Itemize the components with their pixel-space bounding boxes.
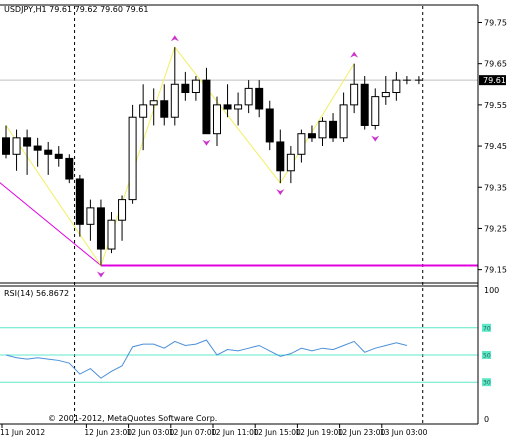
price-tick-label: 79.65	[484, 60, 507, 69]
candle-body-bull	[381, 92, 390, 98]
candle-body-bull	[149, 100, 158, 106]
candle-body-bull	[234, 104, 243, 110]
candle-body-bull	[128, 116, 137, 201]
time-tick-label: 12 Jun 03:00	[127, 428, 175, 437]
candle-body-bear	[181, 83, 190, 94]
price-tick-label: 79.15	[484, 266, 507, 275]
candle-body-bear	[307, 133, 316, 139]
candle-body-bear	[33, 145, 42, 151]
candle-body-bear	[276, 141, 285, 172]
candle-body-bull	[318, 120, 327, 139]
symbol-header: USDJPY,H1 79.61 79.62 79.60 79.61	[4, 5, 148, 14]
time-tick-label: 12 Jun 07:00	[169, 428, 217, 437]
time-tick-label: 13 Jun 03:00	[380, 428, 428, 437]
candle	[360, 76, 369, 130]
price-tick-label: 79.45	[484, 142, 507, 151]
candle-body-bull	[86, 207, 95, 225]
candle-body-bear	[23, 137, 32, 147]
candle-body-bear	[202, 79, 211, 135]
candle-body-bull	[213, 104, 221, 135]
candle-body-bull	[107, 219, 116, 250]
candle-body-bear	[360, 83, 369, 126]
candle-body-bear	[75, 178, 84, 225]
candle-body-bull	[170, 83, 179, 118]
candle-body-bear	[44, 149, 53, 155]
time-tick-label: 11 Jun 2012	[0, 428, 45, 437]
time-tick-label: 12 Jun 15:00	[253, 428, 301, 437]
price-tick-label: 79.35	[484, 183, 507, 192]
candle-body-bull	[244, 87, 253, 106]
candle-body-bear	[265, 108, 274, 143]
time-tick-label: 12 Jun 23:00	[84, 428, 132, 437]
rsi-level-tag-label: 30	[483, 380, 491, 387]
candle-body-bear	[96, 207, 105, 250]
candle-body-bull	[297, 133, 306, 155]
candle-body-bull	[339, 104, 348, 139]
candle-body-bear	[65, 157, 74, 180]
candle-body-bear	[160, 100, 169, 118]
rsi-level-tag-label: 70	[483, 325, 491, 332]
candle-body-bull	[139, 104, 148, 118]
current-price-tag: 79.61	[479, 75, 506, 86]
copyright-text: © 2001-2012, MetaQuotes Software Corp.	[48, 414, 217, 423]
price-tick-label: 79.55	[484, 101, 507, 110]
candle-body-bull	[392, 79, 401, 94]
candle-body-bear	[2, 137, 10, 155]
chart-window: 79.75 79.65 79.55 79.45 79.35 79.25 79.15 79.61…	[0, 0, 511, 438]
rsi-label: RSI(14) 56.8672	[4, 289, 69, 298]
candle	[65, 154, 74, 184]
candle	[128, 104, 137, 204]
candle-body-bear	[54, 153, 63, 159]
current-price-label: 79.61	[483, 76, 506, 85]
price-chart: 79.75 79.65 79.55 79.45 79.35 79.25 79.15 79.61…	[0, 0, 511, 438]
price-tick-label: 79.75	[484, 18, 507, 27]
rsi-scale-label: 0	[484, 415, 489, 424]
candle-body-bear	[329, 120, 338, 139]
candle-body-bear	[255, 87, 264, 110]
candle-body-bull	[12, 137, 21, 155]
candle-body-bull	[371, 96, 380, 126]
time-tick-label: 12 Jun 23:00	[338, 428, 386, 437]
candle-body-bull	[191, 79, 200, 94]
candle-body-bull	[118, 199, 127, 221]
time-tick-label: 12 Jun 11:00	[211, 428, 259, 437]
candle-body-bull	[286, 153, 295, 172]
candle-body-bull	[350, 83, 359, 106]
price-tick-label: 79.25	[484, 224, 507, 233]
rsi-level-tag-label: 50	[483, 353, 491, 360]
candle-body-bear	[223, 104, 232, 110]
rsi-scale-label: 100	[484, 286, 499, 295]
time-tick-label: 12 Jun 19:00	[295, 428, 343, 437]
